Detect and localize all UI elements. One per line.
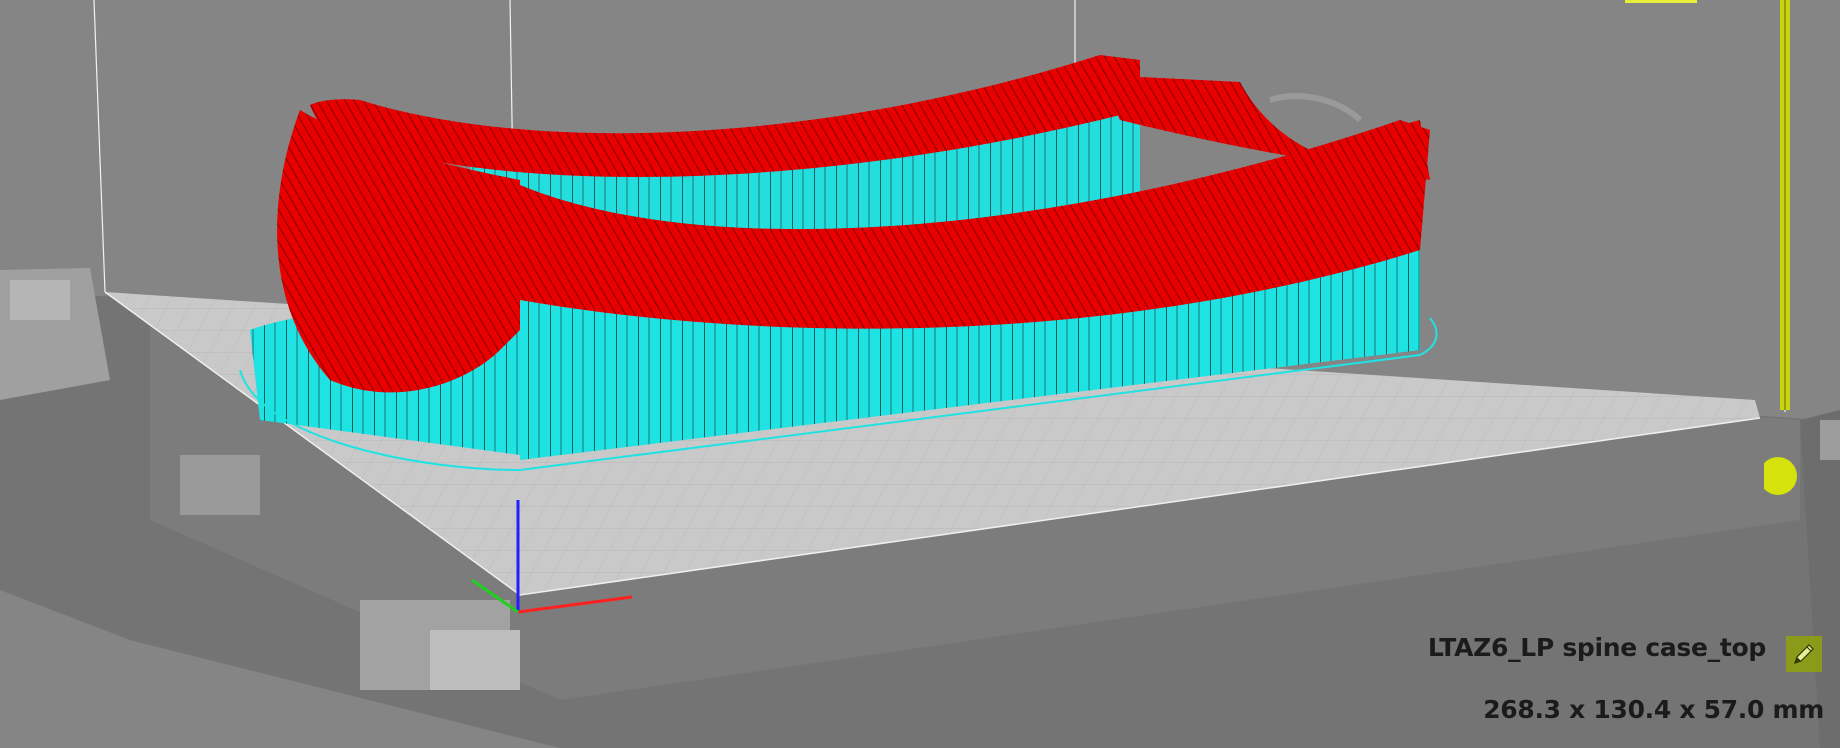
- edit-button[interactable]: [1786, 636, 1822, 672]
- pencil-icon: [1786, 636, 1822, 672]
- object-dimensions: 268.3 x 130.4 x 57.0 mm: [1483, 695, 1824, 724]
- top-marker: [1625, 0, 1697, 3]
- object-name: LTAZ6_LP spine case_top: [1427, 633, 1766, 662]
- layer-slider[interactable]: [1759, 0, 1804, 500]
- layer-slider-handle[interactable]: [1759, 457, 1797, 495]
